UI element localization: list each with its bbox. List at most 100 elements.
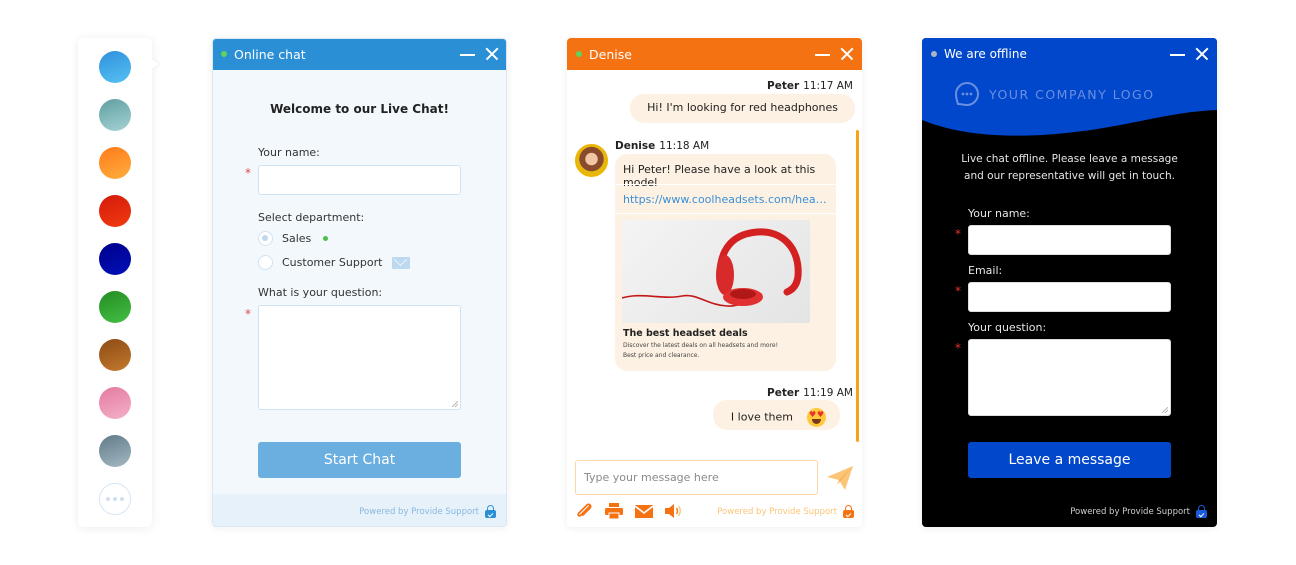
- radio-button[interactable]: [258, 255, 273, 270]
- color-swatch-orange[interactable]: [99, 147, 131, 179]
- product-link[interactable]: https://www.coolheadsets.com/headpho...: [623, 193, 833, 206]
- message-meta: Peter 11:17 AM: [767, 80, 853, 92]
- color-swatch-teal[interactable]: [99, 99, 131, 131]
- window-header: We are offline: [922, 38, 1217, 70]
- offline-window: We are offline YOUR COMPANY LOGO Live ch…: [922, 38, 1217, 527]
- name-input[interactable]: [968, 225, 1171, 255]
- heart-eyes-emoji-icon: [807, 408, 826, 427]
- message-time: 11:17 AM: [803, 80, 853, 92]
- offline-intro: Live chat offline. Please leave a messag…: [922, 151, 1217, 185]
- status-dot: [576, 51, 582, 57]
- name-input[interactable]: [258, 165, 461, 195]
- window-header: Denise: [567, 38, 862, 70]
- message-time: 11:18 AM: [659, 140, 710, 152]
- message-bubble: Hi! I'm looking for red headphones: [630, 94, 855, 123]
- send-icon[interactable]: [825, 463, 855, 493]
- minimize-icon[interactable]: [815, 47, 830, 61]
- question-label: Your question:: [968, 321, 1047, 334]
- department-name: Customer Support: [282, 256, 383, 269]
- department-option-sales[interactable]: Sales: [258, 231, 329, 246]
- department-name: Sales: [282, 232, 312, 245]
- window-title: We are offline: [944, 47, 1027, 61]
- powered-by[interactable]: Powered by Provide Support: [359, 505, 496, 518]
- window-footer: Powered by Provide Support: [213, 494, 506, 526]
- minimize-icon[interactable]: [460, 47, 475, 61]
- sender-name: Peter: [767, 80, 800, 92]
- message-time: 11:19 AM: [803, 387, 853, 399]
- question-textarea[interactable]: [968, 339, 1171, 416]
- resize-handle[interactable]: [1162, 407, 1168, 413]
- card-desc-line: Best price and clearance.: [623, 352, 700, 359]
- sender-name: Peter: [767, 387, 800, 399]
- color-swatch-pink[interactable]: [99, 387, 131, 419]
- agent-avatar: [575, 144, 608, 177]
- ellipsis-dot: [113, 497, 117, 501]
- question-textarea[interactable]: [258, 305, 461, 410]
- logo-text: YOUR COMPANY LOGO: [989, 86, 1155, 102]
- message-meta: Peter 11:19 AM: [767, 387, 853, 399]
- question-label: What is your question:: [258, 286, 383, 299]
- required-marker: *: [245, 307, 251, 321]
- leave-message-button[interactable]: Leave a message: [968, 442, 1171, 478]
- scrollbar[interactable]: [856, 130, 859, 442]
- email-label: Email:: [968, 264, 1003, 277]
- online-status-icon: [323, 236, 329, 241]
- department-option-support[interactable]: Customer Support: [258, 255, 411, 270]
- required-marker: *: [955, 341, 961, 355]
- divider: [615, 213, 836, 214]
- status-dot: [931, 51, 937, 57]
- mail-icon: [392, 256, 411, 269]
- powered-by[interactable]: Powered by Provide Support: [1070, 505, 1207, 518]
- color-swatch-green[interactable]: [99, 291, 131, 323]
- email-input[interactable]: [968, 282, 1171, 312]
- message-text: I love them: [730, 410, 793, 424]
- card-description: Discover the latest deals on all headset…: [623, 341, 778, 361]
- message-bubble: I love them: [712, 400, 840, 430]
- required-marker: *: [245, 166, 251, 180]
- paperclip-icon[interactable]: [575, 502, 595, 520]
- divider: [615, 184, 836, 185]
- message-input[interactable]: [575, 460, 818, 495]
- welcome-heading: Welcome to our Live Chat!: [270, 102, 449, 116]
- card-title: The best headset deals: [623, 328, 748, 339]
- message-card: Hi Peter! Please have a look at this mod…: [615, 154, 836, 371]
- required-marker: *: [955, 284, 961, 298]
- mail-icon[interactable]: [634, 502, 654, 520]
- close-icon[interactable]: [485, 47, 499, 61]
- close-icon[interactable]: [1195, 47, 1209, 61]
- window-header: Online chat: [213, 39, 506, 70]
- start-chat-button[interactable]: Start Chat: [258, 442, 461, 478]
- name-label: Your name:: [968, 207, 1030, 220]
- color-swatch-navy[interactable]: [99, 243, 131, 275]
- close-icon[interactable]: [840, 47, 854, 61]
- name-label: Your name:: [258, 146, 320, 159]
- required-marker: *: [955, 227, 961, 241]
- lock-icon: [843, 505, 854, 518]
- sender-name: Denise: [615, 140, 656, 152]
- powered-by-text: Powered by Provide Support: [717, 506, 837, 517]
- more-colors-button[interactable]: [99, 483, 131, 515]
- window-title: Online chat: [234, 46, 306, 62]
- department-label: Select department:: [258, 211, 365, 224]
- powered-by-text: Powered by Provide Support: [359, 506, 479, 517]
- minimize-icon[interactable]: [1170, 47, 1185, 61]
- active-chat-window: Denise Peter 11:17 AM Hi! I'm looking for…: [567, 38, 862, 527]
- resize-handle[interactable]: [452, 401, 458, 407]
- headphones-image[interactable]: [622, 220, 810, 323]
- powered-by-text: Powered by Provide Support: [1070, 506, 1190, 517]
- color-swatch-red[interactable]: [99, 195, 131, 227]
- intro-line: and our representative will get in touch…: [964, 170, 1175, 182]
- intro-line: Live chat offline. Please leave a messag…: [961, 153, 1178, 165]
- color-swatch-brown[interactable]: [99, 339, 131, 371]
- status-dot: [221, 51, 227, 57]
- lock-icon: [485, 505, 496, 518]
- printer-icon[interactable]: [604, 502, 624, 520]
- sound-icon[interactable]: [663, 502, 683, 520]
- color-palette: [78, 38, 152, 527]
- radio-button[interactable]: [258, 231, 273, 246]
- window-title: Denise: [589, 46, 632, 62]
- color-swatch-slate[interactable]: [99, 435, 131, 467]
- ellipsis-icon: [106, 497, 110, 501]
- powered-by[interactable]: Powered by Provide Support: [717, 505, 854, 518]
- color-swatch-blue[interactable]: [99, 51, 131, 83]
